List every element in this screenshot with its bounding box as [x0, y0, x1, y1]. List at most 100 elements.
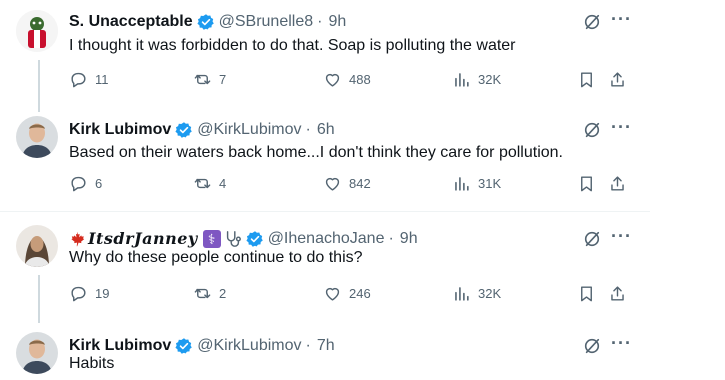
separator-dot: ·: [388, 230, 394, 247]
repost-count: 7: [219, 72, 227, 87]
reply-icon: [71, 286, 86, 302]
bookmark-icon: [581, 72, 592, 88]
reply-icon: [71, 176, 86, 192]
tweet-header: S. Unacceptable @SBrunelle8 · 9h: [69, 12, 346, 32]
tweet[interactable]: Kirk Lubimov @KirkLubimov · 6h ··· Based…: [0, 116, 650, 211]
bookmark-button[interactable]: [577, 174, 603, 193]
like-count: 246: [349, 286, 371, 301]
separator-dot: ·: [305, 121, 311, 138]
avatar-image: [16, 10, 58, 52]
display-name[interactable]: ItsdrJanney: [88, 229, 198, 249]
timestamp[interactable]: 7h: [317, 336, 335, 356]
share-button[interactable]: [608, 284, 634, 303]
views-icon: [455, 73, 469, 87]
bookmark-icon: [581, 286, 592, 302]
repost-button[interactable]: 4: [193, 174, 226, 193]
grok-icon[interactable]: [583, 121, 601, 139]
views-count: 31K: [478, 176, 502, 191]
verified-badge-icon: [197, 14, 214, 30]
share-icon: [611, 176, 624, 191]
separator-dot: ·: [317, 13, 323, 30]
share-icon: [611, 72, 624, 87]
user-handle[interactable]: @IhenachoJane: [268, 229, 385, 249]
avatar[interactable]: [16, 332, 58, 374]
reply-count: 6: [95, 176, 103, 191]
repost-icon: [194, 74, 211, 85]
like-icon: [325, 177, 340, 191]
reply-icon: [71, 72, 86, 88]
repost-icon: [194, 178, 211, 189]
timestamp[interactable]: 9h: [400, 229, 418, 249]
tweet-text: I thought it was forbidden to do that. S…: [69, 37, 516, 54]
tweet-text: Habits: [69, 355, 115, 372]
action-bar: 11 7 488 32K: [0, 70, 650, 94]
views-count: 32K: [478, 72, 502, 87]
more-icon[interactable]: ···: [611, 9, 632, 30]
tweet-text: Why do these people continue to do this?: [69, 249, 363, 266]
reply-button[interactable]: 6: [69, 174, 102, 193]
bookmark-button[interactable]: [577, 284, 603, 303]
more-icon[interactable]: ···: [611, 226, 632, 247]
avatar[interactable]: [16, 116, 58, 158]
like-button[interactable]: 246: [323, 284, 371, 303]
verified-badge-icon: [246, 231, 263, 247]
repost-button[interactable]: 2: [193, 284, 226, 303]
repost-icon: [194, 288, 211, 299]
like-count: 488: [349, 72, 371, 87]
reply-count: 19: [95, 286, 110, 301]
like-button[interactable]: 842: [323, 174, 371, 193]
like-icon: [325, 73, 340, 87]
like-button[interactable]: 488: [323, 70, 371, 89]
like-count: 842: [349, 176, 371, 191]
display-name[interactable]: S. Unacceptable: [69, 12, 193, 32]
avatar-image: [16, 332, 58, 374]
thread-divider: [0, 211, 650, 212]
verified-badge-icon: [175, 122, 193, 138]
timestamp[interactable]: 6h: [317, 120, 335, 140]
timestamp[interactable]: 9h: [328, 12, 346, 32]
action-bar: 19 2 246 32K: [0, 284, 650, 308]
views-icon: [455, 287, 469, 301]
tweet[interactable]: S. Unacceptable @SBrunelle8 · 9h ··· I t…: [0, 8, 650, 108]
grok-icon[interactable]: [583, 337, 601, 355]
user-handle[interactable]: @KirkLubimov: [197, 120, 301, 140]
tweet-header: ItsdrJanney ⚕ @IhenachoJane · 9h: [69, 229, 418, 249]
avatar[interactable]: [16, 10, 58, 52]
share-button[interactable]: [608, 174, 634, 193]
avatar[interactable]: [16, 225, 58, 267]
share-icon: [611, 286, 624, 301]
share-button[interactable]: [608, 70, 634, 89]
maple-leaf-icon: [71, 231, 85, 247]
bookmark-icon: [581, 176, 592, 192]
repost-count: 4: [219, 176, 227, 191]
medical-symbol-icon: ⚕: [202, 230, 221, 248]
tweet[interactable]: ItsdrJanney ⚕ @IhenachoJane · 9h ··· Why…: [0, 225, 650, 315]
views-button[interactable]: 31K: [452, 174, 501, 193]
avatar-image: [16, 225, 58, 267]
views-button[interactable]: 32K: [452, 284, 501, 303]
verified-badge-icon: [175, 338, 193, 354]
repost-count: 2: [219, 286, 227, 301]
bookmark-button[interactable]: [577, 70, 603, 89]
views-count: 32K: [478, 286, 502, 301]
action-bar: 6 4 842 31K: [0, 174, 650, 198]
views-button[interactable]: 32K: [452, 70, 501, 89]
views-icon: [455, 177, 469, 191]
reply-button[interactable]: 11: [69, 70, 109, 89]
tweet-text: Based on their waters back home...I don'…: [69, 144, 563, 161]
repost-button[interactable]: 7: [193, 70, 226, 89]
user-handle[interactable]: @KirkLubimov: [197, 336, 301, 356]
separator-dot: ·: [305, 337, 311, 354]
more-icon[interactable]: ···: [611, 333, 632, 354]
display-name[interactable]: Kirk Lubimov: [69, 120, 171, 140]
tweet[interactable]: Kirk Lubimov @KirkLubimov · 7h ··· Habit…: [0, 332, 650, 380]
more-icon[interactable]: ···: [611, 117, 632, 138]
avatar-image: [16, 116, 58, 158]
like-icon: [325, 287, 340, 301]
grok-icon[interactable]: [583, 13, 601, 31]
reply-button[interactable]: 19: [69, 284, 109, 303]
stethoscope-icon: [226, 231, 241, 247]
user-handle[interactable]: @SBrunelle8: [219, 12, 314, 32]
grok-icon[interactable]: [583, 230, 601, 248]
reply-count: 11: [95, 72, 109, 87]
